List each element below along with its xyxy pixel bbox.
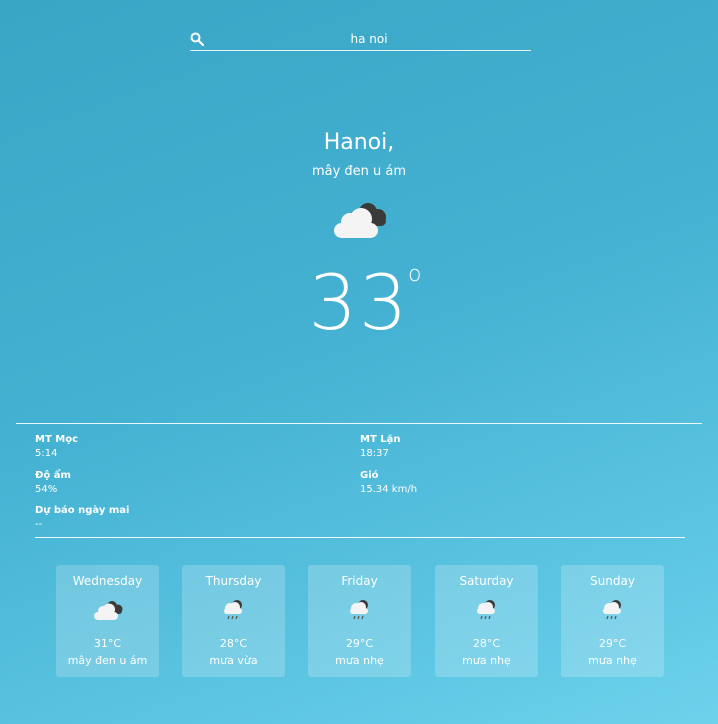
search-input[interactable]: [214, 30, 524, 48]
search-bar: [190, 30, 531, 51]
rain-cloud-icon: [350, 600, 368, 620]
forecast-temp: 31°C: [93, 637, 122, 650]
degree-symbol: o: [408, 262, 422, 287]
forecast-day: Thursday: [205, 574, 262, 588]
detail-value: 18:37: [360, 448, 389, 459]
forecast-temp: 28°C: [219, 637, 248, 650]
detail-label: MT Mọc: [35, 434, 79, 445]
detail-label: Dự báo ngày mai: [35, 505, 130, 516]
rain-cloud-icon: [477, 600, 495, 620]
forecast-card-wednesday: Wednesday 31°C mây đen u ám: [56, 565, 159, 677]
overcast-cloud-icon: [334, 203, 386, 238]
rain-cloud-icon: [603, 600, 621, 620]
sunset-detail: MT Lặn 18:37: [360, 433, 401, 461]
forecast-desc: mây đen u ám: [67, 654, 148, 667]
city-name: Hanoi,: [323, 130, 395, 155]
forecast-temp: 28°C: [472, 637, 501, 650]
rain-cloud-icon: [224, 600, 242, 620]
forecast-desc: mưa vừa: [209, 654, 258, 667]
forecast-desc: mưa nhẹ: [588, 654, 637, 667]
detail-label: MT Lặn: [360, 434, 401, 445]
forecast-temp: 29°C: [345, 637, 374, 650]
forecast-day: Sunday: [590, 574, 635, 588]
detail-label: Độ ẩm: [35, 470, 71, 481]
detail-value: 5:14: [35, 448, 58, 459]
sunrise-detail: MT Mọc 5:14: [35, 433, 78, 461]
current-temperature: 33: [308, 258, 410, 347]
top-divider: [16, 423, 702, 424]
bottom-divider: [35, 537, 685, 538]
detail-value: 54%: [35, 484, 58, 495]
wind-detail: Gió 15.34 km/h: [360, 469, 417, 497]
forecast-day: Saturday: [459, 574, 514, 588]
forecast-temp: 29°C: [598, 637, 627, 650]
detail-label: Gió: [360, 470, 379, 481]
search-icon[interactable]: [190, 32, 204, 46]
tomorrow-forecast-detail: Dự báo ngày mai --: [35, 504, 129, 532]
humidity-detail: Độ ẩm 54%: [35, 469, 71, 497]
forecast-desc: mưa nhẹ: [462, 654, 511, 667]
forecast-day: Wednesday: [72, 574, 143, 588]
detail-value: 15.34 km/h: [360, 484, 418, 495]
detail-value: --: [35, 519, 43, 530]
forecast-day: Friday: [341, 574, 378, 588]
forecast-card-saturday: Saturday 28°C mưa nhẹ: [435, 565, 538, 677]
forecast-card-friday: Friday 29°C mưa nhẹ: [308, 565, 411, 677]
forecast-card-thursday: Thursday 28°C mưa vừa: [182, 565, 285, 677]
weather-description: mây đen u ám: [311, 164, 407, 179]
forecast-card-sunday: Sunday 29°C mưa nhẹ: [561, 565, 664, 677]
forecast-desc: mưa nhẹ: [335, 654, 384, 667]
overcast-cloud-icon: [94, 601, 123, 620]
